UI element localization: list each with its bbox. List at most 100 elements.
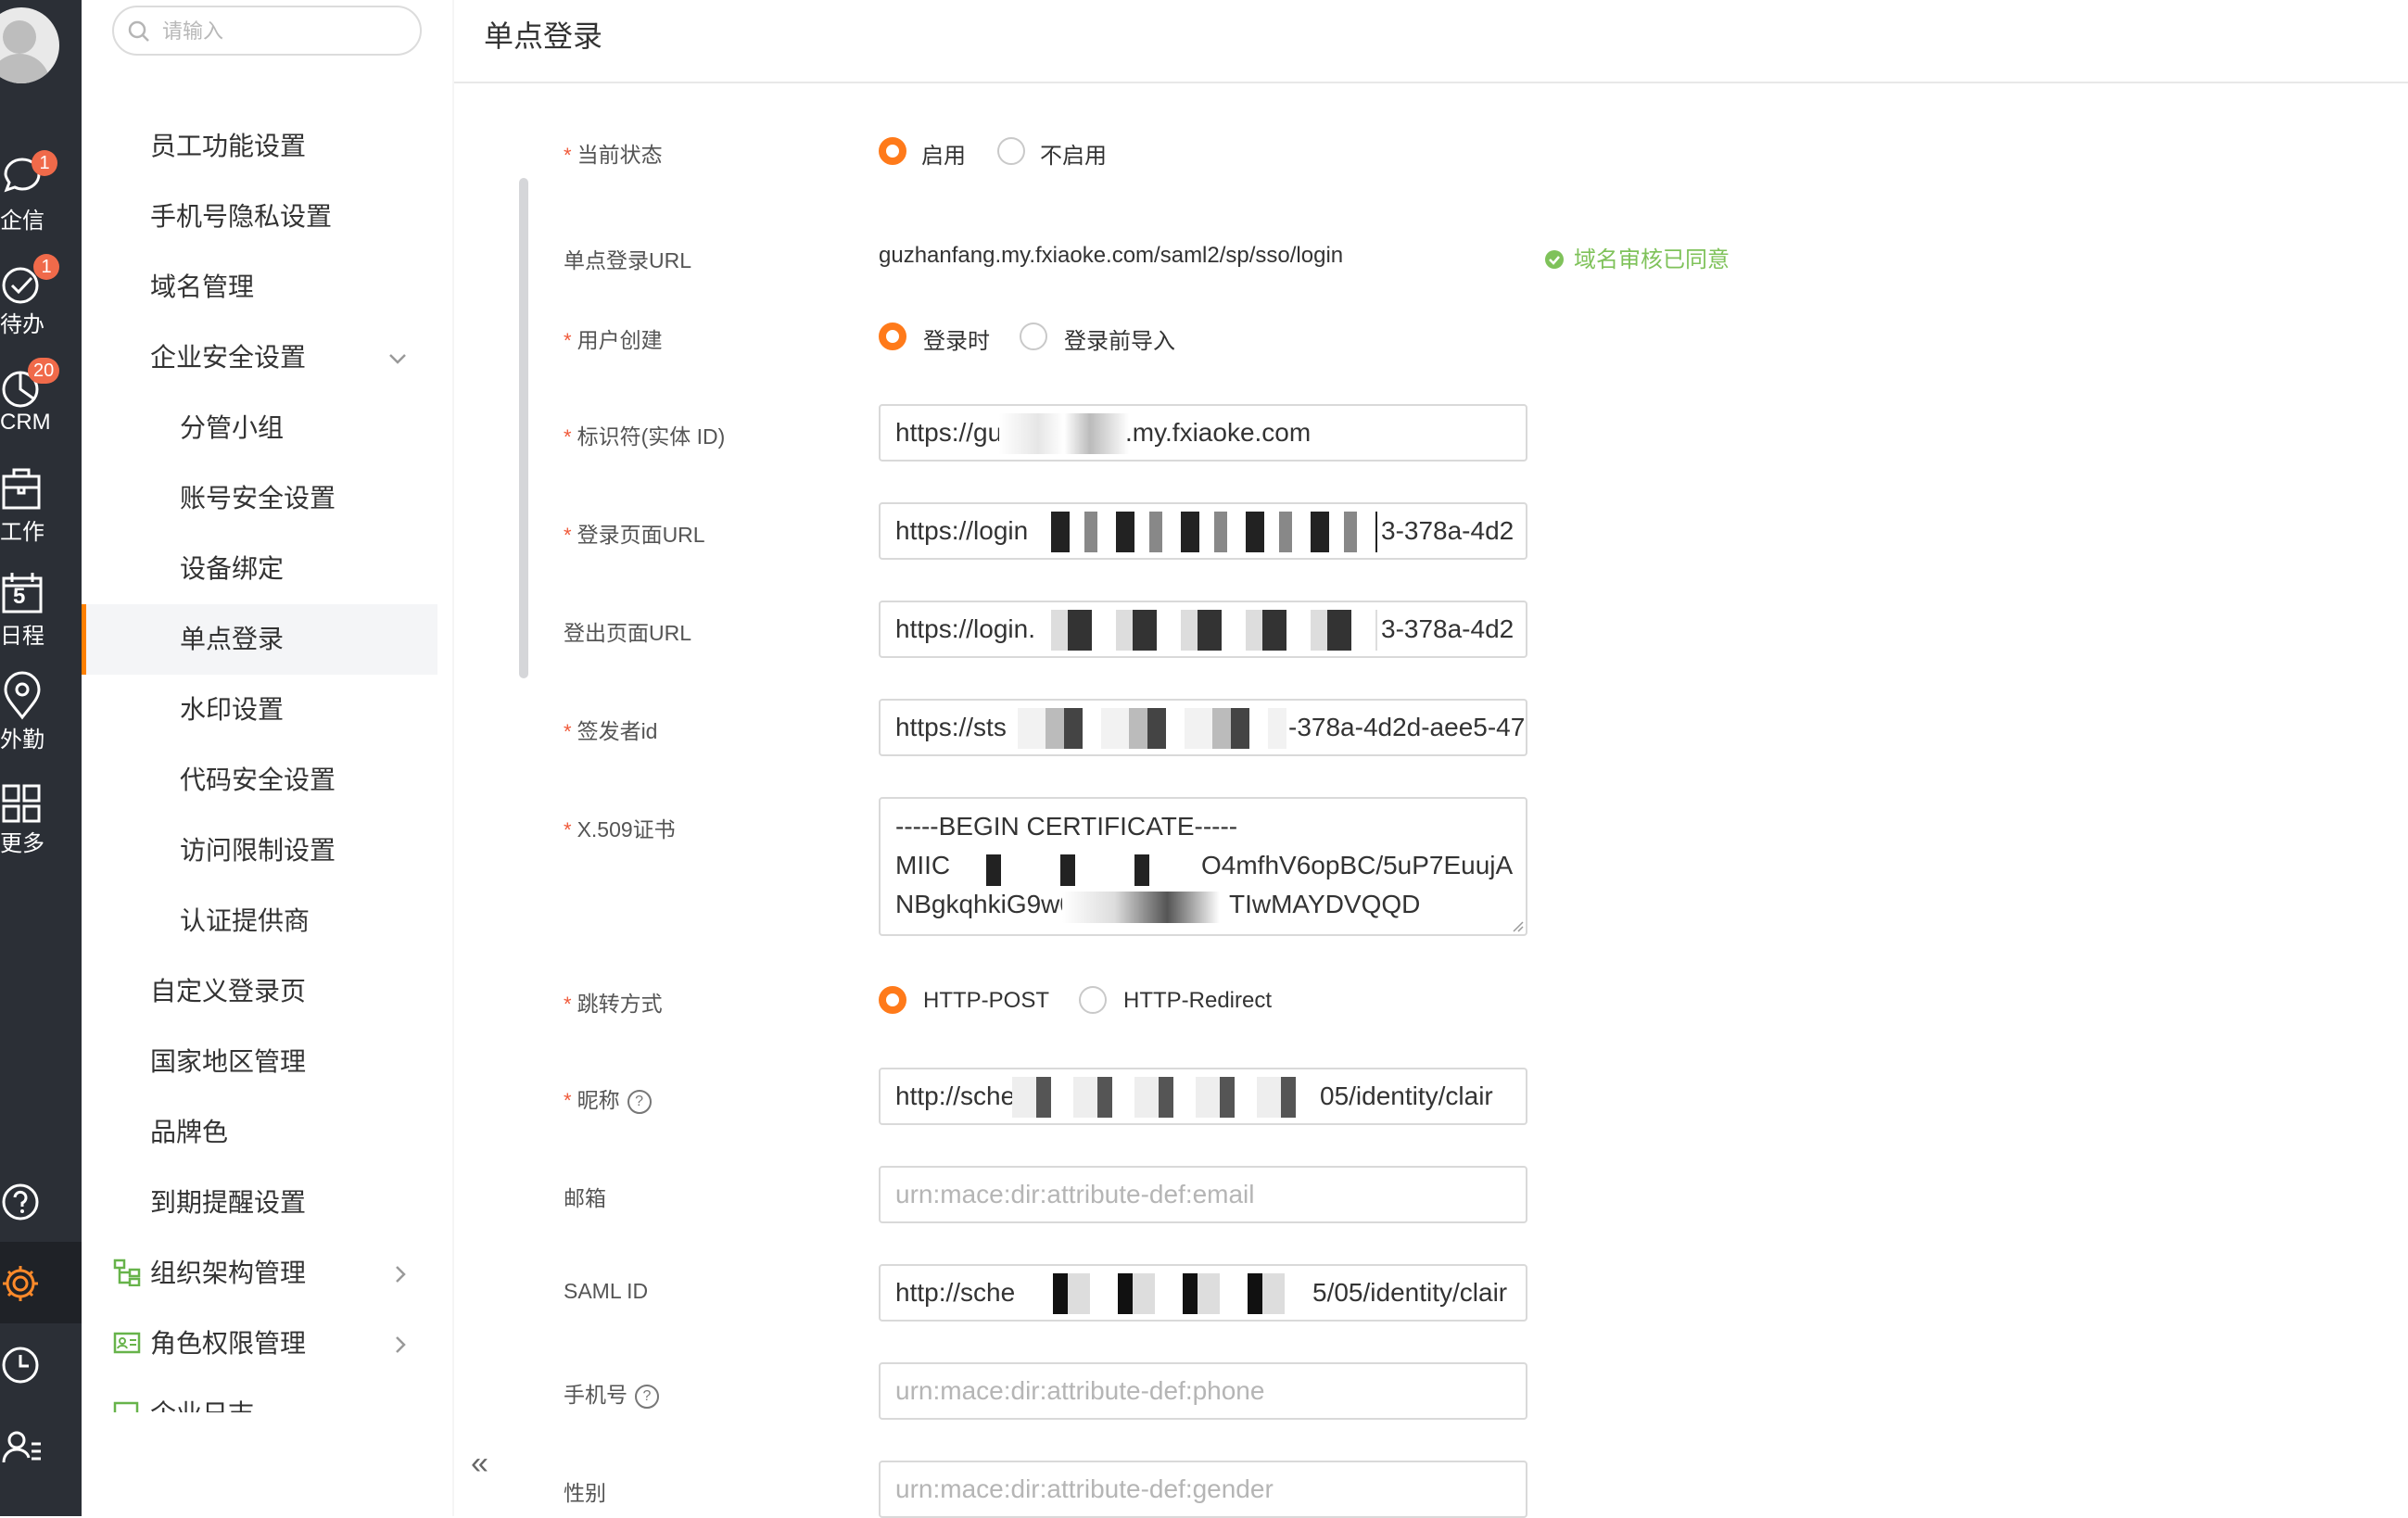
issuer-id-value-end: -378a-4d2d-aee5-47 xyxy=(1288,713,1526,741)
chevron-right-icon xyxy=(396,1266,406,1283)
menu-item-country-region[interactable]: 国家地区管理 xyxy=(82,1027,437,1097)
redirect-redirect-radio[interactable] xyxy=(1079,986,1107,1014)
user-creation-on-login-label: 登录时 xyxy=(923,329,990,354)
contacts-icon[interactable] xyxy=(0,1423,46,1470)
status-disable-radio[interactable] xyxy=(997,137,1025,165)
nickname-value-end: 05/identity/clair xyxy=(1320,1082,1493,1110)
menu-item-device-binding[interactable]: 设备绑定 xyxy=(82,534,437,604)
help-question-icon[interactable]: ? xyxy=(627,1089,652,1114)
logout-url-input[interactable]: https://login. 3-378a-4d2 xyxy=(879,601,1527,658)
menu-item-label: 访问限制设置 xyxy=(180,836,336,865)
status-enable-label: 启用 xyxy=(921,144,966,169)
phone-label: 手机号? xyxy=(564,1377,659,1409)
cert-line-1: -----BEGIN CERTIFICATE----- xyxy=(895,812,1238,841)
menu-item-label: 水印设置 xyxy=(180,695,285,724)
menu-item-watermark[interactable]: 水印设置 xyxy=(82,675,437,745)
menu-item-domain[interactable]: 域名管理 xyxy=(82,252,437,323)
x509-label: * X.509证书 xyxy=(564,817,676,841)
rail-label: 日程 xyxy=(0,624,44,649)
cert-line-2-end: O4mfhV6opBC/5uP7EuujA xyxy=(1201,851,1514,879)
menu-item-account-security[interactable]: 账号安全设置 xyxy=(82,463,437,534)
page-header: 单点登录 xyxy=(454,0,2408,83)
menu-item-enterprise-log[interactable]: 企业日志 xyxy=(82,1379,437,1412)
entity-id-value-end: .my.fxiaoke.com xyxy=(1125,418,1312,447)
check-circle-icon xyxy=(1545,250,1564,269)
phone-input[interactable]: urn:mace:dir:attribute-def:phone xyxy=(879,1362,1527,1420)
menu-item-label: 角色权限管理 xyxy=(150,1329,307,1358)
menu-search[interactable] xyxy=(112,6,422,56)
rail-item-field-work[interactable]: 外勤 xyxy=(0,669,82,762)
menu-item-expiry-reminder[interactable]: 到期提醒设置 xyxy=(82,1168,437,1238)
redirect-post-radio[interactable] xyxy=(879,986,906,1014)
menu-item-label: 组织架构管理 xyxy=(150,1259,307,1287)
menu-item-group[interactable]: 分管小组 xyxy=(82,393,437,463)
status-enable-radio[interactable] xyxy=(879,137,906,165)
resize-handle-icon[interactable] xyxy=(1509,917,1524,932)
menu-item-label: 品牌色 xyxy=(150,1118,229,1146)
rail-item-todo[interactable]: 1 待办 xyxy=(0,254,82,347)
saml-id-input[interactable]: http://sche 5/05/identity/clair xyxy=(879,1264,1527,1322)
x509-textarea[interactable]: -----BEGIN CERTIFICATE----- MIIC O4mfhV6… xyxy=(879,797,1527,936)
menu-item-access-restriction[interactable]: 访问限制设置 xyxy=(82,816,437,886)
rail-item-work[interactable]: 工作 xyxy=(0,462,82,554)
rail-item-calendar[interactable]: 5 日程 xyxy=(0,565,82,658)
email-label: 邮箱 xyxy=(564,1186,606,1210)
chevron-down-icon xyxy=(389,354,406,364)
entity-id-input[interactable]: https://gu .my.fxiaoke.com xyxy=(879,404,1527,462)
domain-approved-status: 域名审核已同意 xyxy=(1544,241,1730,273)
redaction-mask xyxy=(1018,708,1286,749)
clock-icon[interactable] xyxy=(0,1342,46,1388)
search-input[interactable] xyxy=(160,15,405,48)
menu-item-role-permission[interactable]: 角色权限管理 xyxy=(82,1309,437,1379)
menu-item-sso[interactable]: 单点登录 xyxy=(82,604,437,675)
menu-item-employee-features[interactable]: 员工功能设置 xyxy=(82,111,437,182)
user-creation-on-login-radio[interactable] xyxy=(879,323,906,350)
logout-url-value-start: https://login. xyxy=(895,614,1035,643)
menu-item-brand-color[interactable]: 品牌色 xyxy=(82,1097,437,1168)
saml-id-value-start: http://sche xyxy=(895,1278,1016,1307)
rail-item-messages[interactable]: 1 企信 xyxy=(0,150,82,243)
menu-item-label: 设备绑定 xyxy=(180,554,285,583)
menu-item-org-structure[interactable]: 组织架构管理 xyxy=(82,1238,437,1309)
login-url-value-end: 3-378a-4d2 xyxy=(1381,516,1515,545)
menu-item-auth-provider[interactable]: 认证提供商 xyxy=(82,886,437,956)
nickname-input[interactable]: http://sche 05/identity/clair xyxy=(879,1068,1527,1125)
redirect-post-label: HTTP-POST xyxy=(923,988,1049,1013)
logout-url-label: 登出页面URL xyxy=(564,621,692,645)
gender-placeholder: urn:mace:dir:attribute-def:gender xyxy=(895,1474,1274,1503)
menu-item-enterprise-security[interactable]: 企业安全设置 xyxy=(82,323,437,393)
redaction-mask xyxy=(999,413,1129,454)
briefcase-icon xyxy=(2,468,41,510)
saml-id-value-end: 5/05/identity/clair xyxy=(1312,1278,1508,1307)
rail-item-crm[interactable]: 20 CRM xyxy=(0,358,82,450)
issuer-id-input[interactable]: https://sts -378a-4d2d-aee5-47 xyxy=(879,699,1527,756)
menu-scrollbar[interactable] xyxy=(519,178,528,678)
menu-item-custom-login-page[interactable]: 自定义登录页 xyxy=(82,956,437,1027)
user-creation-label: * 用户创建 xyxy=(564,328,663,352)
gear-icon[interactable] xyxy=(0,1260,46,1307)
collapse-menu-button[interactable]: « xyxy=(471,1446,488,1482)
menu-item-phone-privacy[interactable]: 手机号隐私设置 xyxy=(82,182,437,252)
menu-item-label: 域名管理 xyxy=(150,272,255,301)
issuer-id-label: * 签发者id xyxy=(564,719,658,743)
app-rail: 1 企信 1 待办 20 CRM 工作 5 日程 外勤 更多 xyxy=(0,0,82,1516)
help-question-icon[interactable]: ? xyxy=(635,1384,659,1409)
help-icon[interactable] xyxy=(0,1179,46,1225)
user-avatar[interactable] xyxy=(0,7,59,83)
menu-item-code-security[interactable]: 代码安全设置 xyxy=(82,745,437,816)
login-url-input[interactable]: https://login 3-378a-4d2 xyxy=(879,502,1527,560)
calendar-day: 5 xyxy=(13,584,26,609)
rail-item-more[interactable]: 更多 xyxy=(0,773,82,866)
menu-item-label: 自定义登录页 xyxy=(150,977,307,1006)
id-card-icon xyxy=(113,1332,141,1354)
gender-label: 性别 xyxy=(564,1481,606,1505)
search-icon xyxy=(128,20,149,42)
gender-input[interactable]: urn:mace:dir:attribute-def:gender xyxy=(879,1461,1527,1518)
menu-item-label: 账号安全设置 xyxy=(180,484,336,512)
menu-item-label: 国家地区管理 xyxy=(150,1047,307,1076)
sso-url-label: 单点登录URL xyxy=(564,248,692,272)
user-creation-import-label: 登录前导入 xyxy=(1064,329,1175,354)
user-creation-import-radio[interactable] xyxy=(1020,323,1047,350)
email-input[interactable]: urn:mace:dir:attribute-def:email xyxy=(879,1166,1527,1223)
redaction-mask xyxy=(958,854,1199,886)
